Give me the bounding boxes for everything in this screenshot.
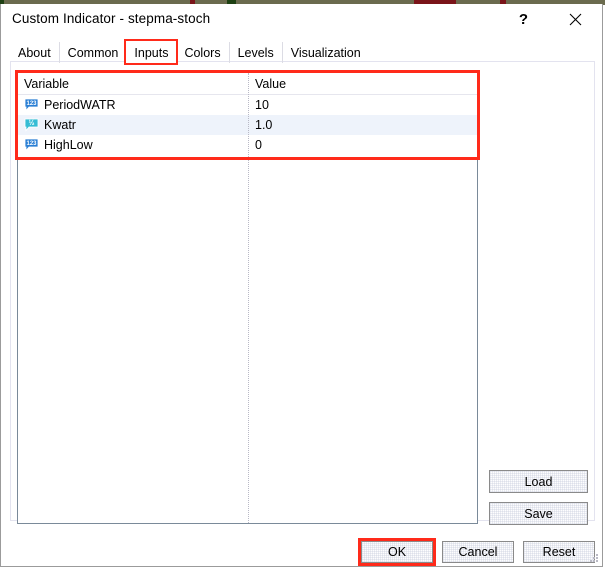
grip-dot	[593, 557, 595, 559]
grip-dot	[596, 554, 598, 556]
resize-grip[interactable]	[588, 552, 600, 564]
title-bar: Custom Indicator - stepma-stoch ?	[1, 4, 602, 35]
close-icon	[569, 13, 582, 26]
cell-value[interactable]: 10	[248, 98, 477, 112]
tab-levels[interactable]: Levels	[229, 42, 282, 63]
column-header-value: Value	[248, 77, 477, 91]
window-title: Custom Indicator - stepma-stoch	[12, 11, 210, 26]
ok-button[interactable]: OK	[361, 541, 433, 563]
integer-type-icon: 123	[24, 138, 39, 152]
load-button[interactable]: Load	[489, 470, 588, 493]
tab-strip[interactable]: About Common Inputs Colors Levels Visualizati…	[10, 42, 369, 63]
question-mark-icon: ?	[519, 11, 528, 28]
cell-variable: ½ Kwatr	[18, 118, 248, 132]
tab-label: About	[18, 46, 51, 60]
column-header-variable: Variable	[18, 77, 248, 91]
tab-label: Visualization	[291, 46, 361, 60]
tab-label: Common	[68, 46, 119, 60]
inputs-parameter-list[interactable]: Variable Value 123PeriodWATR10½Kwatr1.01…	[17, 72, 478, 524]
variable-name: Kwatr	[44, 118, 76, 132]
variable-name: PeriodWATR	[44, 98, 116, 112]
variable-name: HighLow	[44, 138, 93, 152]
reset-button[interactable]: Reset	[523, 541, 595, 563]
help-button[interactable]: ?	[501, 4, 546, 34]
tab-visualization[interactable]: Visualization	[282, 42, 369, 63]
cell-variable: 123 HighLow	[18, 138, 248, 152]
cell-value[interactable]: 0	[248, 138, 477, 152]
close-button[interactable]	[553, 4, 598, 34]
grip-dot	[593, 560, 595, 562]
tab-common[interactable]: Common	[59, 42, 127, 63]
cell-variable: 123 PeriodWATR	[18, 98, 248, 112]
grip-dot	[590, 560, 592, 562]
tab-about[interactable]: About	[10, 42, 59, 63]
svg-text:½: ½	[29, 119, 35, 127]
grip-dot	[596, 557, 598, 559]
tab-label: Colors	[184, 46, 220, 60]
svg-text:123: 123	[26, 141, 37, 147]
tab-inputs[interactable]: Inputs	[126, 42, 176, 63]
integer-type-icon: 123	[24, 98, 39, 112]
column-divider	[248, 73, 250, 523]
tab-label: Levels	[238, 46, 274, 60]
double-type-icon: ½	[24, 118, 39, 132]
cancel-button[interactable]: Cancel	[442, 541, 514, 563]
save-button[interactable]: Save	[489, 502, 588, 525]
custom-indicator-dialog: Custom Indicator - stepma-stoch ? About C…	[0, 4, 603, 567]
cell-value[interactable]: 1.0	[248, 118, 477, 132]
tab-label: Inputs	[134, 46, 168, 60]
svg-text:123: 123	[26, 101, 37, 107]
grip-dot	[596, 560, 598, 562]
tab-colors[interactable]: Colors	[176, 42, 228, 63]
